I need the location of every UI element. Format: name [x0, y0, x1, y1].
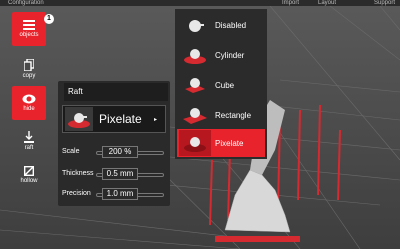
menu-import[interactable]: Import: [282, 0, 299, 6]
scale-row: Scale 200 %: [62, 145, 166, 159]
menu-item-pixelate[interactable]: Pixelate: [177, 129, 265, 157]
menu-item-cylinder[interactable]: Cylinder: [177, 41, 265, 69]
raft-label: raft: [24, 145, 34, 151]
objects-count-badge: 1: [44, 14, 54, 24]
hollow-button[interactable]: hollow: [12, 158, 46, 192]
rectangle-raft-icon: [179, 102, 211, 128]
top-menu-bar: Configuration Import Layout Support: [0, 0, 400, 6]
eye-icon: [22, 94, 36, 104]
raft-type-menu: Disabled Cylinder Cube Rectangle Pixelat…: [175, 9, 267, 159]
cylinder-raft-icon: [179, 42, 211, 68]
copy-button[interactable]: copy: [12, 52, 46, 86]
panel-title: Raft: [64, 83, 168, 101]
thickness-label: Thickness: [62, 170, 94, 177]
raft-type-value: Pixelate: [99, 112, 142, 126]
cube-raft-icon: [179, 72, 211, 98]
precision-row: Precision 1.0 mm: [62, 187, 166, 201]
hide-label: hide: [23, 106, 35, 112]
menu-configuration[interactable]: Configuration: [8, 0, 44, 6]
copy-label: copy: [22, 73, 36, 79]
raft-icon: [24, 131, 34, 143]
menu-support[interactable]: Support: [374, 0, 395, 6]
objects-button[interactable]: objects 1: [12, 12, 54, 46]
copy-icon: [24, 59, 34, 71]
raft-type-select[interactable]: Pixelate ▸: [62, 105, 166, 133]
hollow-icon: [24, 166, 34, 176]
model-body: [224, 169, 291, 233]
objects-label: objects: [19, 32, 39, 38]
menu-item-rectangle[interactable]: Rectangle: [177, 101, 265, 129]
precision-label: Precision: [62, 190, 91, 197]
pixelate-thumb-icon: [65, 107, 93, 131]
menu-item-cube[interactable]: Cube: [177, 71, 265, 99]
scale-label: Scale: [62, 148, 80, 155]
list-icon: [23, 20, 35, 30]
raft-settings-panel: Raft Pixelate ▸ Scale 200 % Thickness 0.…: [58, 81, 170, 206]
scale-input[interactable]: 200 %: [102, 146, 138, 158]
hollow-label: hollow: [20, 178, 38, 184]
3d-viewport[interactable]: Configuration Import Layout Support obje…: [0, 0, 400, 249]
chevron-right-icon: ▸: [153, 116, 157, 123]
raft-button[interactable]: raft: [12, 124, 46, 158]
thickness-row: Thickness 0.5 mm: [62, 167, 166, 181]
pixelate-raft-icon: [179, 130, 211, 156]
disabled-raft-icon: [179, 12, 211, 38]
thickness-input[interactable]: 0.5 mm: [102, 168, 138, 180]
precision-input[interactable]: 1.0 mm: [102, 188, 138, 200]
menu-item-disabled[interactable]: Disabled: [177, 11, 265, 39]
menu-layout[interactable]: Layout: [318, 0, 336, 6]
hide-button[interactable]: hide: [12, 86, 46, 120]
raft-base: [215, 236, 300, 242]
